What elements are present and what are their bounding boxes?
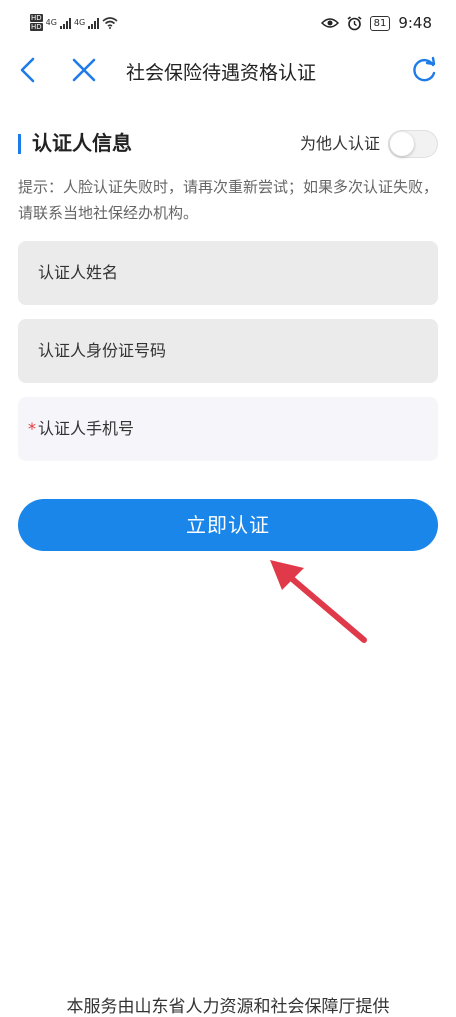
signal-icon-2 (88, 17, 100, 29)
other-person-toggle[interactable] (388, 130, 438, 158)
net-label-1: 4G (45, 18, 57, 27)
hd-label-bottom: HD (30, 23, 43, 31)
status-bar: HD HD 4G 4G 81 9:48 (0, 0, 456, 44)
name-field-label: 认证人姓名 (38, 263, 119, 282)
back-icon[interactable] (16, 56, 40, 84)
wifi-icon (102, 16, 118, 29)
hd-icon: HD HD (30, 14, 43, 31)
verify-now-button[interactable]: 立即认证 (18, 499, 438, 551)
phone-field-label: 认证人手机号 (38, 419, 135, 438)
section-title: 认证人信息 (32, 131, 132, 155)
footer-provider-text: 本服务由山东省人力资源和社会保障厅提供 (66, 997, 390, 1017)
annotation-arrow-icon (270, 560, 367, 643)
battery-icon: 81 (369, 15, 391, 31)
phone-field[interactable]: * 认证人手机号 (18, 397, 438, 461)
signal-icon (59, 17, 71, 29)
status-left: HD HD 4G 4G (30, 14, 118, 31)
tip-text: 提示：人脸认证失败时，请再次重新尝试；如果多次认证失败，请联系当地社保经办机构。 (18, 178, 439, 222)
id-number-field-label: 认证人身份证号码 (38, 341, 167, 360)
close-icon[interactable] (70, 56, 98, 84)
section-header: 认证人信息 为他人认证 (18, 128, 438, 160)
other-person-label: 为他人认证 (299, 134, 380, 153)
nav-bar: 社会保险待遇资格认证 (0, 44, 456, 96)
hd-label-top: HD (30, 14, 43, 22)
clock: 9:48 (398, 14, 432, 32)
refresh-icon[interactable] (410, 56, 438, 84)
id-number-field[interactable]: 认证人身份证号码 (18, 319, 438, 383)
eye-icon (320, 18, 339, 28)
toggle-knob (390, 132, 414, 156)
page-title: 社会保险待遇资格认证 (126, 62, 317, 84)
net-label-2: 4G (73, 18, 86, 27)
required-mark: * (28, 419, 36, 438)
alarm-icon (347, 15, 362, 30)
section-accent-bar (18, 134, 21, 154)
name-field[interactable]: 认证人姓名 (18, 241, 438, 305)
status-right: 81 9:48 (320, 14, 432, 32)
